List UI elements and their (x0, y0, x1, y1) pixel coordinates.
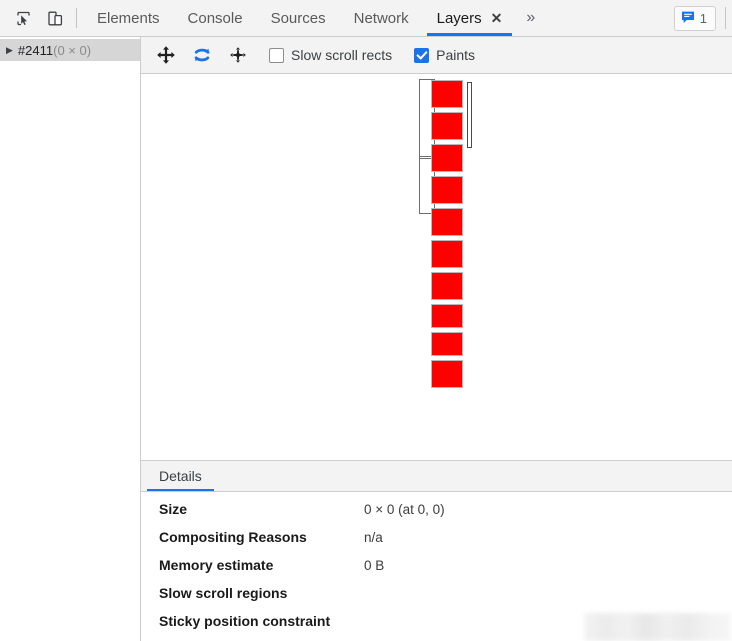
tab-layers-label: Layers (436, 9, 482, 27)
slow-scroll-rects-checkbox[interactable]: Slow scroll rects (269, 47, 392, 63)
chevron-right-icon[interactable]: ▶ (6, 45, 13, 55)
layer-paint-band[interactable] (431, 360, 463, 388)
tab-bar-left-icons (0, 0, 70, 36)
more-tabs-icon[interactable]: » (516, 0, 545, 36)
layers-main-pane: Slow scroll rects Paints Details Size 0 … (141, 37, 732, 641)
layer-paint-band[interactable] (431, 144, 463, 172)
console-message-icon (681, 10, 695, 27)
details-value: 0 × 0 (at 0, 0) (364, 502, 445, 517)
layers-toolbar: Slow scroll rects Paints (141, 37, 732, 74)
details-label: Slow scroll regions (159, 585, 288, 601)
details-label: Memory estimate (159, 557, 274, 573)
details-value: n/a (364, 530, 383, 545)
tab-network-label: Network (353, 9, 409, 27)
device-toolbar-icon[interactable] (40, 4, 70, 32)
details-row-size: Size 0 × 0 (at 0, 0) (141, 501, 732, 529)
devtools-body: ▶ #2411 (0 × 0) Slow scroll rects Paints… (0, 37, 732, 641)
details-label: Compositing Reasons (159, 529, 307, 545)
layer-paint-band[interactable] (431, 112, 463, 140)
layers-3d-canvas[interactable] (141, 74, 732, 460)
tab-console[interactable]: Console (174, 0, 257, 36)
layer-paint-band[interactable] (431, 80, 463, 108)
details-row-slow-scroll-regions: Slow scroll regions (141, 585, 732, 613)
details-content-wrap: Size 0 × 0 (at 0, 0) Compositing Reasons… (141, 492, 732, 641)
details-tab-bar: Details (141, 461, 732, 492)
tab-network[interactable]: Network (340, 0, 423, 36)
details-row-compositing-reasons: Compositing Reasons n/a (141, 529, 732, 557)
devtools-tab-bar: Elements Console Sources Network Layers … (0, 0, 732, 37)
checkbox-box-unchecked[interactable] (269, 47, 284, 63)
tab-layers[interactable]: Layers ✕ (423, 0, 517, 36)
layer-paint-band[interactable] (431, 240, 463, 268)
layer-tree-sidebar: ▶ #2411 (0 × 0) (0, 37, 141, 641)
tab-bar-right-divider (725, 7, 726, 29)
reset-transform-icon[interactable] (221, 41, 255, 69)
tab-elements-label: Elements (97, 9, 160, 27)
tab-console-label: Console (187, 9, 243, 27)
tab-elements[interactable]: Elements (83, 0, 174, 36)
layer-paint-band[interactable] (431, 272, 463, 300)
paints-checkbox[interactable]: Paints (414, 47, 475, 63)
layer-paint-band[interactable] (431, 332, 463, 356)
inspect-cursor-icon[interactable] (8, 4, 38, 32)
devtools-window: Elements Console Sources Network Layers … (0, 0, 732, 641)
console-message-badge[interactable]: 1 (673, 5, 716, 31)
layer-paint-band[interactable] (431, 176, 463, 204)
layer-tree-item-dimensions: (0 × 0) (53, 42, 92, 58)
rotate-icon[interactable] (185, 41, 219, 69)
layer-details-panel: Details Size 0 × 0 (at 0, 0) Compositing… (141, 460, 732, 641)
layer-paint-band[interactable] (431, 304, 463, 328)
tab-sources-label: Sources (270, 9, 326, 27)
layer-thin-bar[interactable] (467, 82, 472, 148)
layer-paint-band[interactable] (431, 208, 463, 236)
slow-scroll-rects-label: Slow scroll rects (291, 47, 393, 63)
tab-sources[interactable]: Sources (257, 0, 340, 36)
pan-move-icon[interactable] (149, 41, 183, 69)
obscured-region (584, 613, 732, 641)
panel-tabs: Elements Console Sources Network Layers … (83, 0, 545, 36)
details-row-memory-estimate: Memory estimate 0 B (141, 557, 732, 585)
close-icon[interactable]: ✕ (491, 11, 503, 25)
tab-details-label: Details (159, 468, 202, 484)
layer-tree-item-2411[interactable]: ▶ #2411 (0 × 0) (0, 39, 140, 61)
tab-bar-divider (76, 8, 77, 28)
details-label: Size (159, 501, 188, 517)
layer-tree-item-name: #2411 (17, 42, 54, 58)
tab-details[interactable]: Details (147, 461, 214, 491)
paints-label: Paints (436, 47, 476, 63)
console-message-count: 1 (699, 10, 707, 26)
details-value: 0 B (364, 558, 385, 573)
details-label: Sticky position constraint (159, 613, 331, 629)
checkbox-box-checked[interactable] (414, 47, 430, 63)
tab-bar-right: 1 (673, 0, 732, 36)
